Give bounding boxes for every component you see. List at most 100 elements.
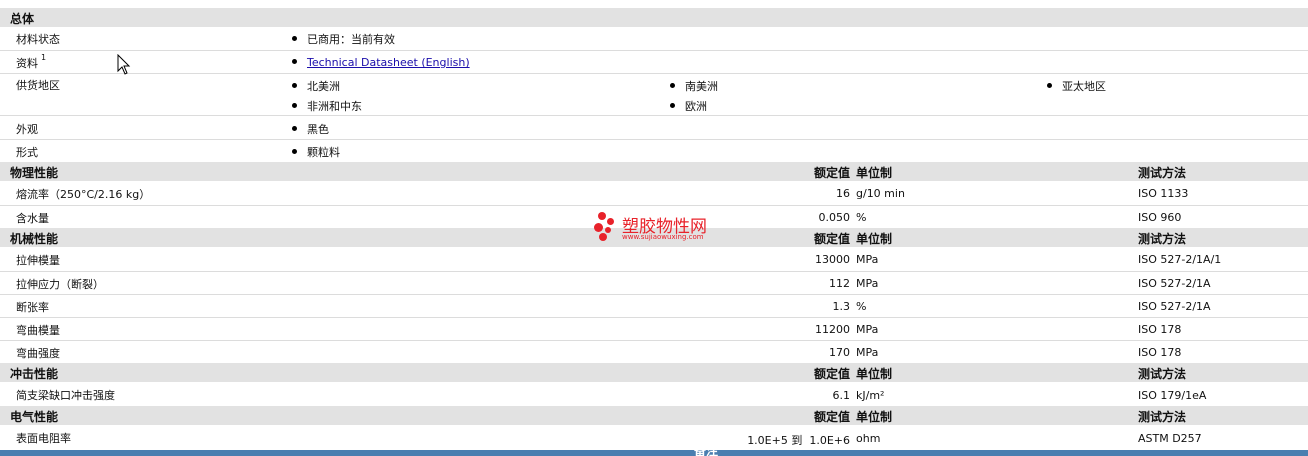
property-unit: ohm <box>856 432 881 445</box>
property-value: 6.1 <box>832 389 851 402</box>
watermark-url: www.sujiaowuxing.com <box>622 233 704 241</box>
property-value: 112 <box>829 277 850 290</box>
section-physical-header: 物理性能 额定值 单位制 测试方法 <box>0 162 1308 181</box>
property-name: 断张率 <box>16 301 49 314</box>
property-name: 弯曲模量 <box>16 324 60 337</box>
remarks-title: 备注 <box>694 450 718 456</box>
property-value: 0.050 <box>818 211 851 224</box>
property-method: ISO 527-2/1A <box>1138 277 1211 290</box>
bullet-icon <box>670 103 675 108</box>
row-label: 形式 <box>16 146 38 159</box>
table-row: 弯曲模量 11200 MPa ISO 178 <box>0 318 1308 341</box>
section-title: 总体 <box>10 12 35 26</box>
bullet-icon <box>670 83 675 88</box>
row-label: 材料状态 <box>16 33 60 46</box>
section-electrical-header: 电气性能 额定值 单位制 测试方法 <box>0 406 1308 425</box>
bullet-icon <box>292 126 297 131</box>
list-item: 黑色 <box>292 121 329 137</box>
property-name: 熔流率（250°C/2.16 kg） <box>16 188 151 201</box>
col-header-value: 额定值 <box>813 166 850 180</box>
property-unit: g/10 min <box>856 187 905 200</box>
list-item: 亚太地区 <box>1047 78 1106 94</box>
list-item: 欧洲 <box>670 98 707 114</box>
row-label: 资料 1 <box>16 53 47 70</box>
table-row: 拉伸模量 13000 MPa ISO 527-2/1A/1 <box>0 248 1308 272</box>
list-item: 非洲和中东 <box>292 98 362 114</box>
table-row: 熔流率（250°C/2.16 kg） 16 g/10 min ISO 1133 <box>0 182 1308 206</box>
property-unit: MPa <box>856 346 879 359</box>
property-value: 11200 <box>815 323 850 336</box>
property-method: ISO 1133 <box>1138 187 1189 200</box>
col-header-value: 额定值 <box>813 410 850 424</box>
table-row: 简支梁缺口冲击强度 6.1 kJ/m² ISO 179/1eA <box>0 383 1308 406</box>
property-method: ISO 960 <box>1138 211 1182 224</box>
property-method: ASTM D257 <box>1138 432 1202 445</box>
list-item: 颗粒料 <box>292 144 340 160</box>
table-row: 表面电阻率 1.0E+5 到 1.0E+6 ohm ASTM D257 <box>0 426 1308 450</box>
section-title: 物理性能 <box>10 166 59 180</box>
property-name: 简支梁缺口冲击强度 <box>16 389 115 402</box>
list-item: 南美洲 <box>670 78 718 94</box>
table-row: 弯曲强度 170 MPa ISO 178 <box>0 341 1308 363</box>
datasheet-link[interactable]: Technical Datasheet (English) <box>307 56 470 69</box>
list-item: 已商用：当前有效 <box>292 31 395 47</box>
mouse-cursor-icon <box>117 54 131 75</box>
property-method: ISO 179/1eA <box>1138 389 1207 402</box>
list-item: 北美洲 <box>292 78 340 94</box>
property-value: 1.3 <box>832 300 851 313</box>
watermark-logo-icon <box>592 212 618 242</box>
property-name: 含水量 <box>16 212 49 225</box>
row-label: 外观 <box>16 123 38 136</box>
property-unit: % <box>856 211 867 224</box>
property-unit: % <box>856 300 867 313</box>
property-method: ISO 178 <box>1138 323 1182 336</box>
property-unit: MPa <box>856 323 879 336</box>
general-row-datasheet: 资料 1 Technical Datasheet (English) <box>0 51 1308 74</box>
property-name: 拉伸模量 <box>16 254 60 267</box>
property-name: 弯曲强度 <box>16 347 60 360</box>
property-name: 表面电阻率 <box>16 432 71 445</box>
col-header-value: 额定值 <box>813 367 850 381</box>
list-item: Technical Datasheet (English) <box>292 56 470 69</box>
section-general-header: 总体 <box>0 8 1308 27</box>
col-header-unit: 单位制 <box>856 367 893 381</box>
property-unit: kJ/m² <box>856 389 885 402</box>
property-method: ISO 527-2/1A/1 <box>1138 253 1222 266</box>
property-value: 170 <box>829 346 850 359</box>
table-row: 断张率 1.3 % ISO 527-2/1A <box>0 295 1308 318</box>
col-header-method: 测试方法 <box>1138 410 1187 424</box>
bullet-icon <box>292 83 297 88</box>
bullet-icon <box>292 103 297 108</box>
general-row-status: 材料状态 已商用：当前有效 <box>0 27 1308 51</box>
section-title: 冲击性能 <box>10 367 59 381</box>
property-value: 16 <box>836 187 850 200</box>
bullet-icon <box>1047 83 1052 88</box>
watermark: 塑胶物性网 www.sujiaowuxing.com <box>592 210 722 246</box>
property-method: ISO 527-2/1A <box>1138 300 1211 313</box>
section-title: 电气性能 <box>10 410 59 424</box>
col-header-method: 测试方法 <box>1138 232 1187 246</box>
general-row-form: 形式 颗粒料 <box>0 140 1308 162</box>
bullet-icon <box>292 59 297 64</box>
section-impact-header: 冲击性能 额定值 单位制 测试方法 <box>0 363 1308 382</box>
col-header-unit: 单位制 <box>856 232 893 246</box>
bullet-icon <box>292 149 297 154</box>
remarks-section-header: 备注 <box>0 450 1308 456</box>
table-row: 拉伸应力（断裂） 112 MPa ISO 527-2/1A <box>0 272 1308 295</box>
property-method: ISO 178 <box>1138 346 1182 359</box>
bullet-icon <box>292 36 297 41</box>
col-header-unit: 单位制 <box>856 166 893 180</box>
col-header-method: 测试方法 <box>1138 166 1187 180</box>
col-header-method: 测试方法 <box>1138 367 1187 381</box>
general-row-regions: 供货地区 北美洲 南美洲 亚太地区 非洲和中东 欧洲 <box>0 74 1308 116</box>
property-name: 拉伸应力（断裂） <box>16 278 104 291</box>
section-title: 机械性能 <box>10 232 59 246</box>
property-value: 13000 <box>815 253 850 266</box>
property-value: 1.0E+5 到 1.0E+6 <box>747 434 850 447</box>
col-header-value: 额定值 <box>813 232 850 246</box>
property-unit: MPa <box>856 277 879 290</box>
general-row-appearance: 外观 黑色 <box>0 116 1308 140</box>
col-header-unit: 单位制 <box>856 410 893 424</box>
row-label: 供货地区 <box>16 79 60 92</box>
property-unit: MPa <box>856 253 879 266</box>
